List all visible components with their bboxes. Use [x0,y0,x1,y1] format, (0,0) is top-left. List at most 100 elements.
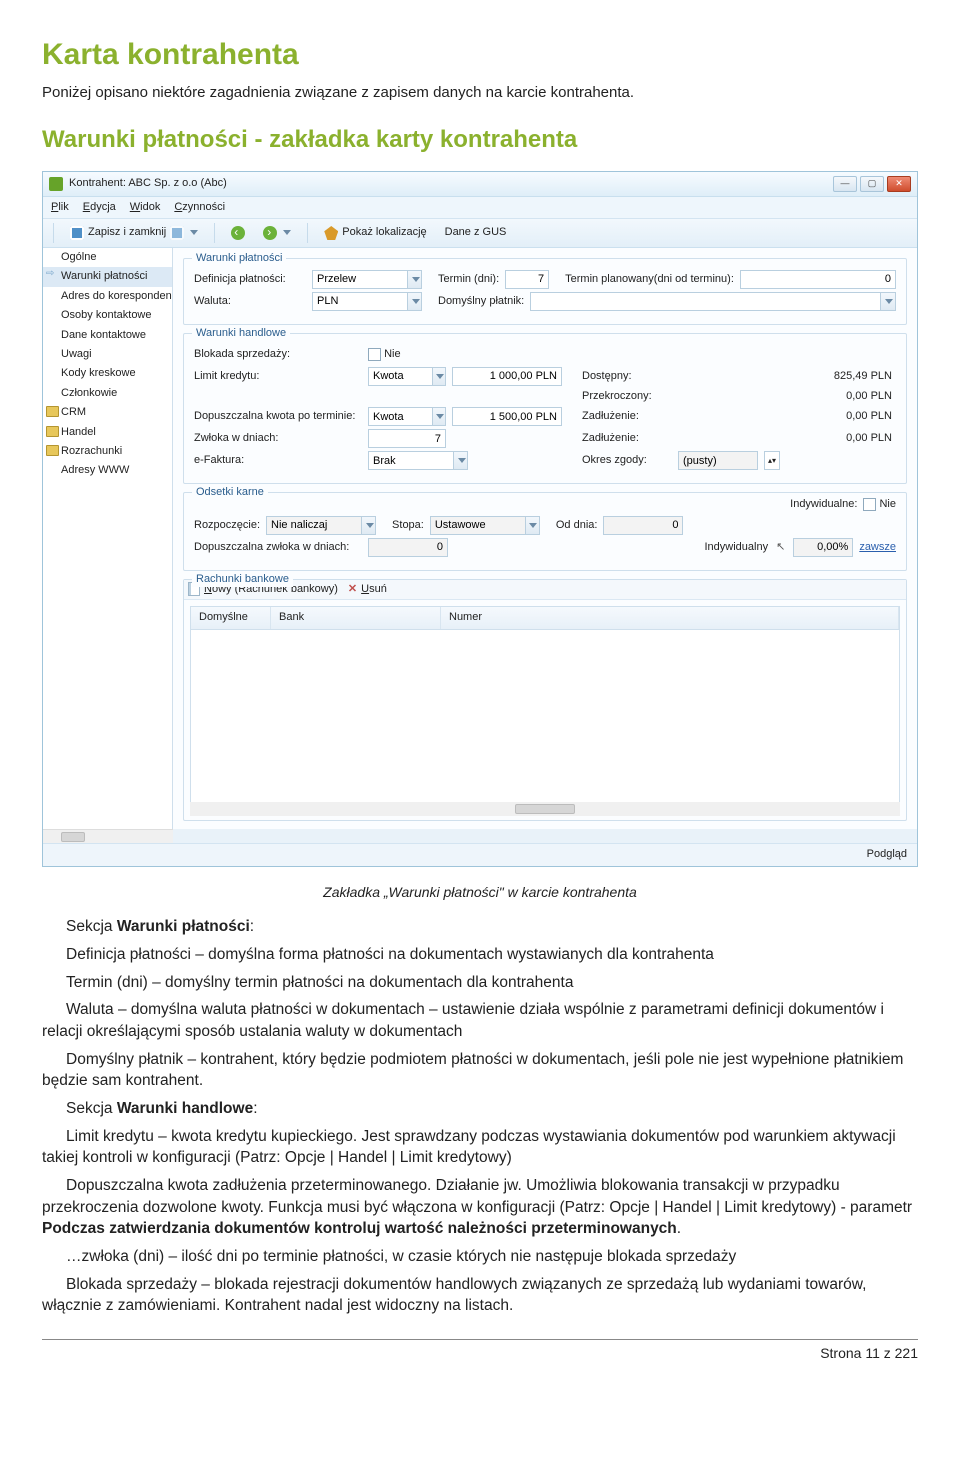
app-icon [49,177,63,191]
sidebar: Ogólne Warunki płatności Adres do koresp… [43,248,173,829]
limit-mode-combo[interactable] [368,367,446,386]
app-window: Kontrahent: ABC Sp. z o.o (Abc) — ▢ ✕ Pl… [42,171,918,867]
menubar: Plik Edycja Widok Czynności [43,197,917,219]
sidebar-scrollbar[interactable] [43,829,173,843]
prose-p: …zwłoka (dni) – ilość dni po terminie pł… [42,1246,918,1268]
label: Dopuszczalna kwota po terminie: [194,409,362,424]
label: Stopa: [392,518,424,533]
chevron-down-icon [283,230,291,235]
show-location-label: Pokaż lokalizację [342,225,426,240]
status-podglad[interactable]: Podgląd [867,847,907,862]
checkbox-icon [368,348,381,361]
save-close-label: Zapisz i zamknij [88,225,166,240]
label: Indywidualny [705,540,769,555]
page-footer: Strona 11 z 221 [42,1339,918,1364]
od-dnia-input[interactable] [603,516,683,535]
group-legend: Warunki płatności [192,251,286,266]
menu-czynnosci[interactable]: Czynności [174,200,225,215]
efaktura-combo[interactable] [368,451,468,470]
save-icon [170,226,184,240]
bank-grid[interactable]: Domyślne Bank Numer [190,606,900,806]
sidebar-item-warunki[interactable]: Warunki płatności [43,267,172,286]
group-rachunki: Rachunki bankowe Nowy (Rachunek bankowy)… [183,579,907,821]
sidebar-item-uwagi[interactable]: Uwagi [43,345,172,364]
zwloka-input[interactable] [368,429,446,448]
label: Limit kredytu: [194,369,362,384]
menu-widok[interactable]: Widok [130,200,161,215]
termin-input[interactable] [505,270,549,289]
sidebar-item-handel[interactable]: Handel [43,423,172,442]
zwloka-odsetki-input[interactable] [368,538,448,557]
chevron-down-icon [436,374,444,379]
label: Przekroczony: [582,389,672,404]
okres-zgody-stepper[interactable]: ▴▾ [764,451,780,470]
prose-p: Definicja płatności – domyślna forma pła… [42,944,918,966]
close-button[interactable]: ✕ [887,176,911,192]
sidebar-item-osoby[interactable]: Osoby kontaktowe [43,306,172,325]
limit-value-input[interactable] [452,367,562,386]
save-close-button[interactable]: Zapisz i zamknij [64,223,204,242]
menu-edycja[interactable]: Edycja [83,200,116,215]
show-location-button[interactable]: Pokaż lokalizację [318,223,432,242]
label: Definicja płatności: [194,272,306,287]
label: Dopuszczalna zwłoka w dniach: [194,540,362,555]
col-bank[interactable]: Bank [271,607,441,628]
indywidualne-checkbox[interactable]: Nie [863,497,896,512]
blokada-checkbox[interactable]: Nie [368,345,458,364]
rozpoczecie-combo[interactable] [266,516,376,535]
sidebar-item-kody[interactable]: Kody kreskowe [43,364,172,383]
label: Domyślny płatnik: [438,294,524,309]
maximize-button[interactable]: ▢ [860,176,884,192]
minimize-button[interactable]: — [833,176,857,192]
group-legend: Warunki handlowe [192,326,290,341]
sidebar-item-adres[interactable]: Adres do korespondenc [43,287,172,306]
label: e-Faktura: [194,453,362,468]
nav-back-button[interactable] [225,224,251,242]
definicja-platnosci-combo[interactable] [312,270,422,289]
nav-forward-button[interactable] [257,224,297,242]
label: Od dnia: [556,518,598,533]
page-title: Karta kontrahenta [42,34,918,76]
prose-p: Limit kredytu – kwota kredytu kupieckieg… [42,1126,918,1169]
dopuszczalna-mode-combo[interactable] [368,407,446,426]
arrow-left-icon [231,226,245,240]
zadluzenie2-value: 0,00 PLN [678,431,896,446]
chevron-down-icon [436,414,444,419]
label: Nie [384,347,401,362]
sidebar-item-crm[interactable]: CRM [43,403,172,422]
window-title: Kontrahent: ABC Sp. z o.o (Abc) [69,176,227,191]
sidebar-item-www[interactable]: Adresy WWW [43,461,172,480]
save-icon [70,226,84,240]
arrow-right-icon [263,226,277,240]
sidebar-item-dane[interactable]: Dane kontaktowe [43,326,172,345]
delete-icon: ✕ [348,582,357,597]
gus-button[interactable]: Dane z GUS [439,223,513,242]
menu-plik[interactable]: Plik [51,200,69,215]
main-panel: Warunki płatności Definicja płatności: T… [173,248,917,829]
waluta-combo[interactable] [312,292,422,311]
stopa-combo[interactable] [430,516,540,535]
label: Okres zgody: [582,453,672,468]
sidebar-item-ogolne[interactable]: Ogólne [43,248,172,267]
sidebar-item-rozrachunki[interactable]: Rozrachunki [43,442,172,461]
indywidualny-pct[interactable] [793,538,853,557]
label: Nie [879,498,896,510]
location-icon [324,226,338,240]
usun-button[interactable]: ✕Usuń [348,582,387,597]
label: Zwłoka w dniach: [194,431,362,446]
grid-scrollbar[interactable] [190,802,900,816]
okres-zgody-input[interactable] [678,451,758,470]
chevron-down-icon [458,458,466,463]
domyslny-platnik-combo[interactable] [530,292,896,311]
termin-planowany-input[interactable] [740,270,896,289]
label: Indywidualne: [790,497,857,512]
sidebar-item-czlonkowie[interactable]: Członkowie [43,384,172,403]
chevron-down-icon [885,299,893,304]
col-domyslne[interactable]: Domyślne [191,607,271,628]
dostepny-value: 825,49 PLN [678,369,896,384]
col-numer[interactable]: Numer [441,607,899,628]
dopuszczalna-value-input[interactable] [452,407,562,426]
zawsze-link[interactable]: zawsze [859,540,896,555]
prose: Sekcja Warunki płatności: Definicja płat… [42,916,918,1317]
prose-p: Blokada sprzedaży – blokada rejestracji … [42,1274,918,1317]
